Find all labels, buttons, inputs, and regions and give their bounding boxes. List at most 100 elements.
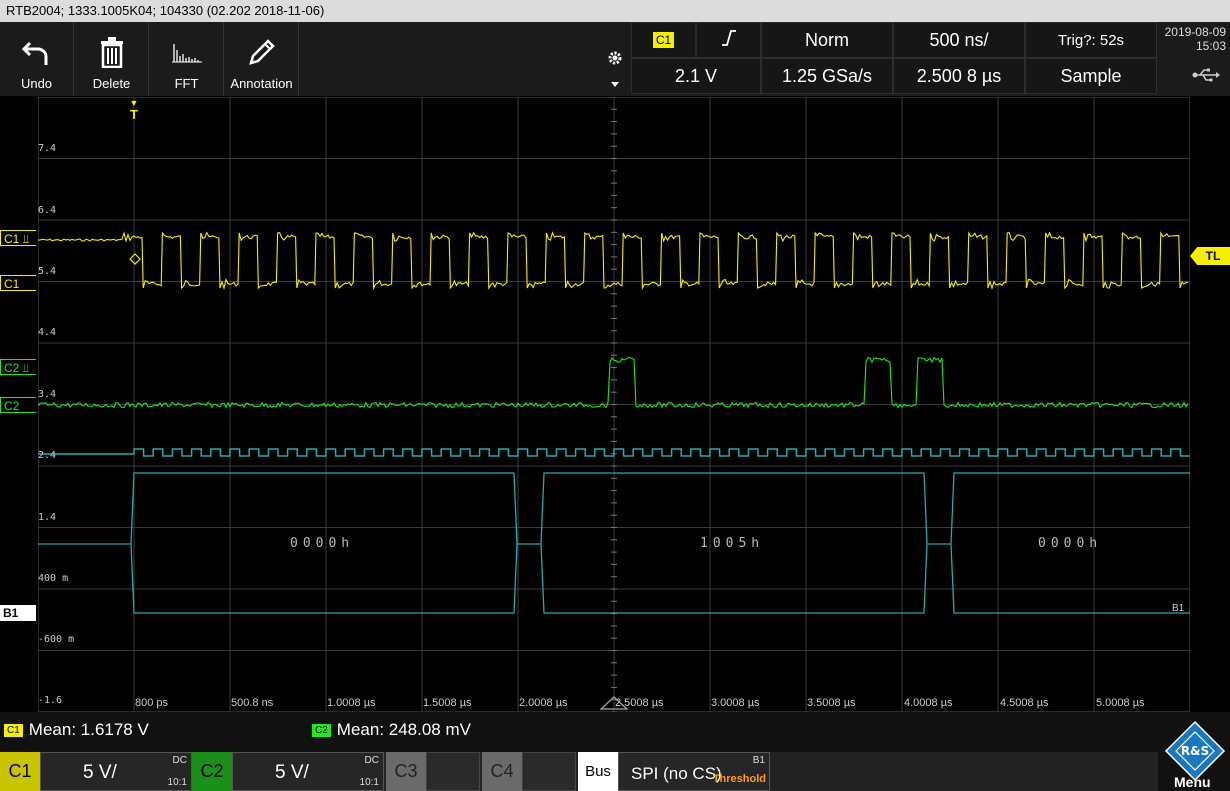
trigger-status[interactable]: Trig?: 52s [1025,22,1157,58]
y-label: -1.6 [38,695,63,706]
x-label: 800 ps [135,697,169,709]
datetime: 2019-08-09 15:03 [1157,22,1230,58]
c2-probe: 10:1 [359,777,379,788]
date-text: 2019-08-09 [1164,25,1226,39]
undo-button[interactable]: Undo [0,22,74,96]
fft-icon [170,32,204,72]
trigger-source[interactable]: C1 [631,22,696,58]
bus-word[interactable]: 1005h [700,536,764,551]
bus-word[interactable]: 0000h [290,536,354,551]
menu-button[interactable]: R&S Menu [1158,720,1230,791]
triangle-down-icon [611,74,619,92]
c1-measurement[interactable]: C1 Mean: 1.6178 V [4,720,149,740]
c1-offset-label: C1 [4,277,20,291]
y-label: 5.4 [38,266,57,277]
x-label: 500.8 ns [231,697,274,709]
c2-offset-marker[interactable]: C2 [0,397,36,413]
y-label: -600 m [38,634,75,645]
c2-measurement-text: Mean: 248.08 mV [336,720,471,739]
sample-rate[interactable]: 1.25 GSa/s [761,58,893,94]
bus-threshold: Threshold [712,773,766,785]
x-label: 4.0008 µs [904,697,953,709]
c1-measurement-chip: C1 [4,723,23,737]
y-label: 3.4 [38,389,57,400]
c1-offset-marker[interactable]: C1 [0,275,36,291]
c1-channel-button[interactable]: C1 [0,752,40,791]
delete-label: Delete [92,76,131,91]
bus-protocol: SPI (no CS) [631,764,722,783]
bus-word[interactable]: 0000h [1038,536,1102,551]
acquisition-mode[interactable]: Sample [1025,58,1157,94]
undo-icon [21,32,52,72]
trigger-letter: T [130,107,138,122]
time-text: 15:03 [1195,39,1226,53]
trigger-level-label: TL [1205,249,1221,263]
fft-label: FFT [174,76,199,91]
c2-measurement[interactable]: C2 Mean: 248.08 mV [312,720,471,740]
pencil-icon [247,32,277,72]
c2-threshold-marker[interactable]: C2 ⫫ [0,359,36,375]
c1-scale: 5 V/ [83,762,117,783]
x-label: 5.0008 µs [1096,697,1145,709]
menu-label: Menu [1174,774,1211,790]
c1-coupling: DC [172,755,187,766]
c2-measurement-chip: C2 [312,723,331,737]
measurement-bar [0,712,1230,752]
x-label: 3.5008 µs [807,697,856,709]
y-label: 400 m [38,573,69,584]
c2-scale-button[interactable]: 5 V/ DC 10:1 [232,752,384,791]
c3-scale-button[interactable] [426,752,480,791]
y-label: 4.4 [38,327,57,338]
gear-icon [607,50,623,71]
bus-protocol-button[interactable]: SPI (no CS) B1 Threshold [618,752,770,791]
x-label: 2.0008 µs [519,697,568,709]
trigger-mode[interactable]: Norm [761,22,893,58]
trigger-slope[interactable] [696,22,761,58]
y-label: 7.4 [38,143,57,154]
svg-text:R&S: R&S [1181,744,1209,758]
fft-button[interactable]: FFT [150,22,224,96]
settings-button[interactable] [600,22,630,96]
trigger-position-marker[interactable]: ▼ T [127,97,141,121]
c1-threshold-marker[interactable]: C1 ⫫ [0,230,36,246]
c1-scale-button[interactable]: 5 V/ DC 10:1 [40,752,192,791]
c1-measurement-text: Mean: 1.6178 V [28,720,149,739]
c2-offset-label: C2 [4,399,20,413]
undo-label: Undo [20,76,53,91]
b1-right-label: B1 [1172,603,1185,614]
y-label: 2.4 [38,450,57,461]
c2-scale: 5 V/ [275,762,309,783]
c2-channel-button[interactable]: C2 [192,752,232,791]
usb-icon [1192,68,1220,87]
x-label: 4.5008 µs [1000,697,1049,709]
b1-offset-label: B1 [3,606,19,620]
c4-channel-button[interactable]: C4 [482,752,522,791]
annotation-label: Annotation [230,76,293,91]
timebase[interactable]: 500 ns/ [893,22,1025,58]
trash-icon [99,32,125,72]
b1-offset-marker[interactable]: B1 [0,605,36,621]
bus-id: B1 [752,755,765,766]
bus-button[interactable]: Bus [578,752,618,791]
bus-clock-line [38,448,1190,457]
horizontal-position[interactable]: 2.500 8 µs [893,58,1025,94]
c1-threshold-label: C1 [4,232,20,246]
x-label: 1.0008 µs [327,697,376,709]
trigger-level-marker[interactable]: TL [1190,247,1230,265]
waveform-display[interactable] [38,97,1190,712]
trigger-level[interactable]: 2.1 V [631,58,761,94]
c3-channel-button[interactable]: C3 [386,752,426,791]
delete-button[interactable]: Delete [75,22,149,96]
title-bar: RTB2004; 1333.1005K04; 104330 (02.202 20… [0,0,1230,22]
annotation-button[interactable]: Annotation [225,22,299,96]
x-label: 3.0008 µs [711,697,760,709]
c2-coupling: DC [364,755,379,766]
c2-threshold-label: C2 [4,361,20,375]
y-label: 1.4 [38,512,57,523]
c1-probe: 10:1 [167,777,187,788]
x-label: 1.5008 µs [423,697,472,709]
c4-scale-button[interactable] [522,752,576,791]
rising-edge-icon [721,29,737,52]
trigger-source-chip: C1 [652,32,675,48]
y-label: 6.4 [38,205,57,216]
